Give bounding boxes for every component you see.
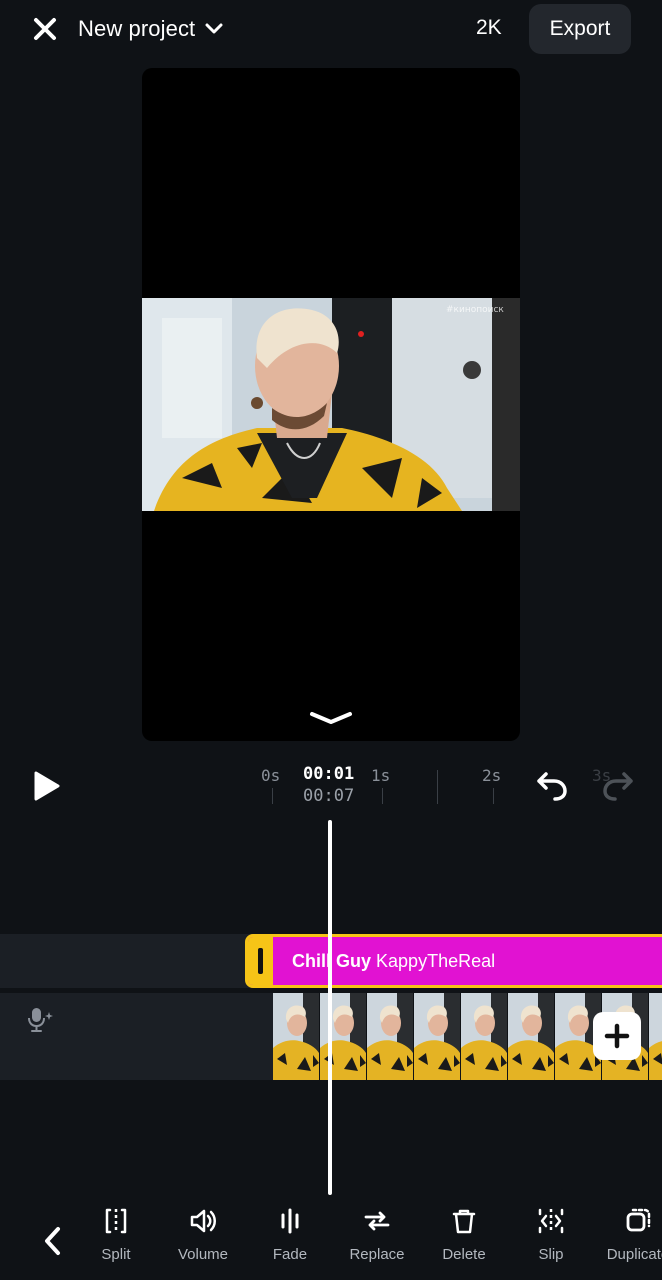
tool-delete[interactable]: Delete xyxy=(424,1206,504,1263)
fade-icon xyxy=(281,1208,299,1234)
playhead[interactable] xyxy=(328,820,332,1195)
tool-label: Fade xyxy=(272,1246,308,1263)
tool-volume[interactable]: Volume xyxy=(163,1206,243,1263)
duplicate-icon xyxy=(626,1208,651,1232)
replace-icon xyxy=(364,1211,390,1231)
video-thumbnail xyxy=(461,993,508,1080)
redo-button[interactable] xyxy=(600,768,636,804)
tool-label: Duplicate xyxy=(606,1246,662,1263)
add-clip-button[interactable] xyxy=(593,1012,641,1060)
tool-duplicate[interactable]: Duplicate xyxy=(598,1206,662,1263)
video-thumbnail xyxy=(649,993,662,1080)
ruler-tick xyxy=(437,770,438,804)
ruler-label-2s: 2s xyxy=(482,766,502,785)
video-editor: New project 2K Export #кинопоиск 0s 1s 2… xyxy=(0,0,662,1280)
ruler-tick xyxy=(272,788,273,804)
volume-icon xyxy=(190,1209,216,1233)
video-thumbnail xyxy=(273,993,320,1080)
trash-icon xyxy=(452,1209,476,1234)
ruler-tick xyxy=(493,788,494,804)
collapse-preview-icon[interactable] xyxy=(308,708,354,728)
tool-replace[interactable]: Replace xyxy=(337,1206,417,1263)
preview-frame-image: #кинопоиск xyxy=(142,298,520,511)
tool-label: Split xyxy=(101,1246,131,1263)
redo-icon xyxy=(603,772,633,801)
tool-split[interactable]: Split xyxy=(76,1206,156,1263)
project-title-dropdown[interactable]: New project xyxy=(78,14,223,44)
ruler-label-1s: 1s xyxy=(371,766,391,785)
tool-slip[interactable]: Slip xyxy=(511,1206,591,1263)
audio-clip[interactable]: Chill Guy KappyTheReal xyxy=(245,934,662,988)
preview-watermark: #кинопоиск xyxy=(446,305,504,315)
chevron-down-icon xyxy=(205,23,223,34)
chevron-left-icon xyxy=(45,1227,60,1255)
audio-clip-trim-handle[interactable] xyxy=(248,937,273,985)
tool-label: Slip xyxy=(538,1246,564,1263)
tool-label: Replace xyxy=(349,1246,405,1263)
close-icon xyxy=(34,18,56,40)
top-bar: New project 2K Export xyxy=(0,0,662,60)
close-button[interactable] xyxy=(26,10,64,48)
bottom-toolbar: Split Volume Fade Replace Delete Slip Du… xyxy=(0,1200,662,1280)
tool-label: Delete xyxy=(442,1246,486,1263)
video-thumbnail xyxy=(367,993,414,1080)
current-time: 00:01 xyxy=(303,764,355,784)
video-thumbnail xyxy=(414,993,461,1080)
back-button[interactable] xyxy=(38,1224,68,1258)
audio-clip-artist: KappyTheReal xyxy=(376,951,496,971)
ruler-label-0s: 0s xyxy=(261,766,281,785)
tool-fade[interactable]: Fade xyxy=(250,1206,330,1263)
microphone-sparkle-icon xyxy=(28,1008,53,1032)
split-icon xyxy=(105,1208,127,1234)
audio-clip-label: Chill Guy KappyTheReal xyxy=(292,951,495,972)
undo-icon xyxy=(537,772,567,801)
ruler-tick xyxy=(382,788,383,804)
video-thumbnail xyxy=(508,993,555,1080)
project-title: New project xyxy=(78,16,196,41)
voiceover-button[interactable] xyxy=(26,1006,56,1034)
total-duration: 00:07 xyxy=(303,786,355,806)
undo-button[interactable] xyxy=(534,768,570,804)
resolution-selector[interactable]: 2K xyxy=(476,16,502,40)
plus-icon xyxy=(604,1023,630,1049)
tool-label: Volume xyxy=(177,1246,229,1263)
video-preview[interactable]: #кинопоиск xyxy=(142,68,520,741)
export-button[interactable]: Export xyxy=(529,4,631,54)
slip-icon xyxy=(538,1208,564,1234)
